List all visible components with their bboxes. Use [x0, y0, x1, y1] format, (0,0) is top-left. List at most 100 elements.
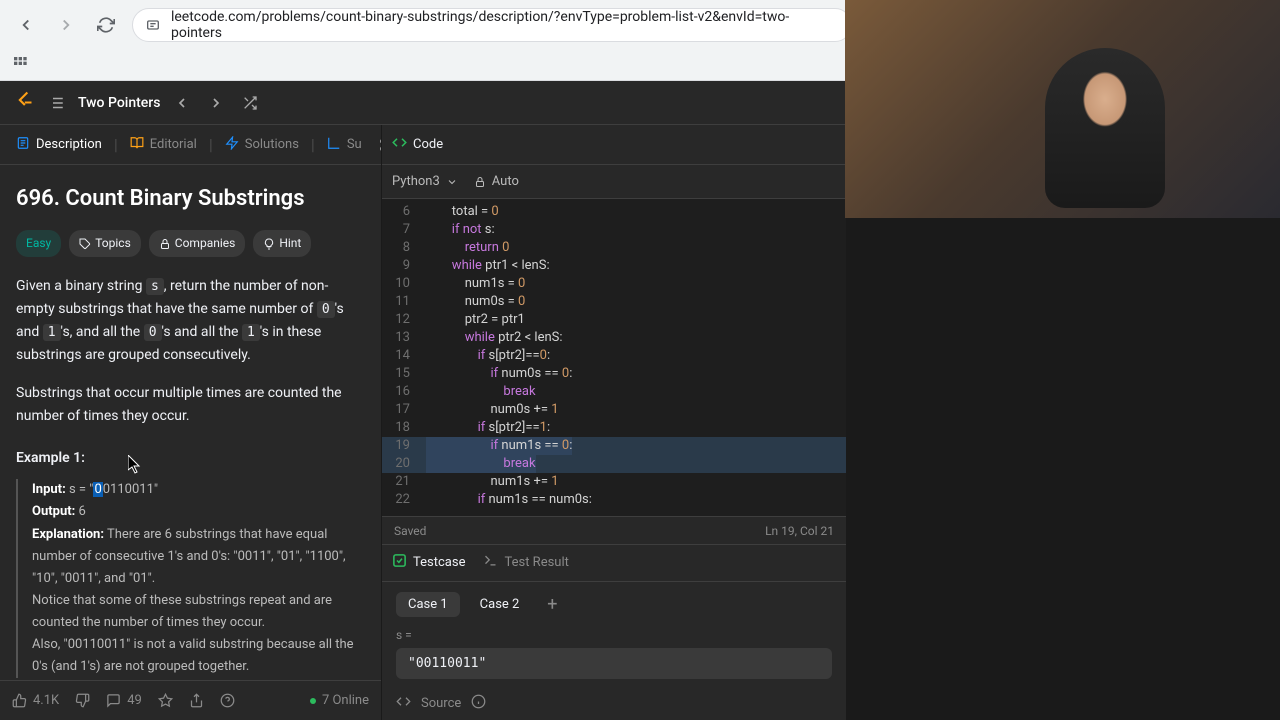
case-2-tab[interactable]: Case 2: [468, 592, 532, 617]
chevron-down-icon: [446, 176, 458, 188]
code-line[interactable]: 10 num1s = 0: [382, 275, 846, 293]
editorial-icon: [130, 136, 144, 154]
check-icon: [392, 553, 407, 572]
next-problem-button[interactable]: [204, 91, 228, 115]
shuffle-button[interactable]: [238, 91, 262, 115]
code-line[interactable]: 14 if s[ptr2]==0:: [382, 347, 846, 365]
like-button[interactable]: 4.1K: [12, 693, 59, 708]
leetcode-logo[interactable]: [14, 90, 34, 115]
language-select[interactable]: Python3: [392, 174, 458, 189]
problem-content: 696. Count Binary Substrings Easy Topics…: [0, 165, 381, 680]
source-label[interactable]: Source: [421, 696, 461, 711]
code-line[interactable]: 13 while ptr2 < lenS:: [382, 329, 846, 347]
help-button[interactable]: [220, 693, 235, 708]
code-panel: Code Python3 Auto 6 total = 07 if not s:…: [382, 125, 846, 720]
tab-code[interactable]: Code: [392, 135, 443, 154]
tag-icon: [79, 238, 91, 250]
code-editor[interactable]: 6 total = 07 if not s:8 return 09 while …: [382, 199, 846, 516]
code-line[interactable]: 21 num1s += 1: [382, 473, 846, 491]
difficulty-badge: Easy: [16, 230, 61, 257]
reload-button[interactable]: [92, 11, 120, 39]
share-button[interactable]: [189, 693, 204, 708]
url-bar[interactable]: leetcode.com/problems/count-binary-subst…: [132, 8, 852, 42]
code-line[interactable]: 18 if s[ptr2]==1:: [382, 419, 846, 437]
code-line[interactable]: 7 if not s:: [382, 221, 846, 239]
problem-list-label[interactable]: Two Pointers: [78, 95, 160, 111]
language-bar: Python3 Auto: [382, 165, 846, 199]
dislike-button[interactable]: [75, 693, 90, 708]
site-info-icon[interactable]: [145, 17, 161, 33]
add-case-button[interactable]: +: [539, 592, 565, 618]
lock-icon: [159, 238, 171, 250]
code-line[interactable]: 11 num0s = 0: [382, 293, 846, 311]
badges: Easy Topics Companies Hint: [16, 230, 365, 257]
problem-title: 696. Count Binary Substrings: [16, 181, 365, 216]
tab-testcase[interactable]: Testcase: [392, 553, 465, 572]
tab-editorial-label: Editorial: [150, 137, 197, 152]
expand-icon[interactable]: [374, 133, 381, 157]
star-button[interactable]: [158, 693, 173, 708]
tab-submissions[interactable]: Su: [317, 130, 372, 160]
online-dot-icon: [310, 698, 316, 704]
case-tabs: Case 1 Case 2 +: [382, 582, 846, 628]
companies-badge[interactable]: Companies: [149, 230, 246, 257]
code-icon: [392, 135, 407, 154]
code-line[interactable]: 20 break: [382, 455, 846, 473]
description-panel: Description | Editorial | Solutions |: [0, 125, 382, 720]
problem-desc-1: Given a binary string s, return the numb…: [16, 275, 365, 366]
code-line[interactable]: 9 while ptr1 < lenS:: [382, 257, 846, 275]
code-line[interactable]: 22 if num1s == num0s:: [382, 491, 846, 509]
testcase-panel: Testcase Test Result Case 1 Case 2 + s =…: [382, 544, 846, 720]
forward-button[interactable]: [52, 11, 80, 39]
code-line[interactable]: 12 ptr2 = ptr1: [382, 311, 846, 329]
apps-icon[interactable]: [12, 55, 28, 75]
param-label: s =: [396, 628, 832, 642]
tab-solutions-label: Solutions: [245, 137, 299, 152]
example-1-block: Input: s = "00110011" Output: 6 Explanat…: [16, 479, 365, 678]
code-line[interactable]: 19 if num1s == 0:: [382, 437, 846, 455]
tab-solutions[interactable]: Solutions: [215, 130, 309, 160]
testcase-tabs: Testcase Test Result: [382, 545, 846, 582]
tab-test-result[interactable]: Test Result: [483, 553, 568, 572]
tab-editorial[interactable]: Editorial: [120, 130, 207, 160]
hint-badge[interactable]: Hint: [253, 230, 311, 257]
example-1-explanation: There are 6 substrings that have equal n…: [32, 527, 357, 675]
prev-problem-button[interactable]: [170, 91, 194, 115]
topics-badge[interactable]: Topics: [69, 230, 141, 257]
saved-status: Saved: [394, 524, 426, 538]
code-line[interactable]: 17 num0s += 1: [382, 401, 846, 419]
code-line[interactable]: 15 if num0s == 0:: [382, 365, 846, 383]
problem-desc-2: Substrings that occur multiple times are…: [16, 382, 365, 427]
back-button[interactable]: [12, 11, 40, 39]
lock-icon: [474, 176, 486, 188]
left-tabs: Description | Editorial | Solutions |: [0, 125, 381, 165]
code-line[interactable]: 8 return 0: [382, 239, 846, 257]
description-icon: [16, 136, 30, 154]
tab-description[interactable]: Description: [6, 130, 112, 160]
param-input[interactable]: "00110011": [396, 648, 832, 679]
list-icon[interactable]: [44, 91, 68, 115]
submissions-icon: [327, 136, 341, 154]
cursor-position: Ln 19, Col 21: [765, 524, 834, 538]
tab-description-label: Description: [36, 137, 102, 152]
tab-submissions-label: Su: [347, 137, 362, 152]
text-selection: 0: [93, 482, 102, 497]
code-line[interactable]: 16 break: [382, 383, 846, 401]
editor-status-bar: Saved Ln 19, Col 21: [382, 516, 846, 544]
code-tabs: Code: [382, 125, 846, 165]
comments-button[interactable]: 49: [106, 693, 142, 708]
code-line[interactable]: 6 total = 0: [382, 203, 846, 221]
case-1-tab[interactable]: Case 1: [396, 592, 460, 617]
case-body: s = "00110011": [382, 628, 846, 679]
auto-toggle[interactable]: Auto: [474, 174, 519, 189]
example-1-heading: Example 1:: [16, 447, 365, 469]
online-count: 7 Online: [310, 693, 369, 708]
webcam-overlay: [845, 0, 1280, 218]
url-text: leetcode.com/problems/count-binary-subst…: [171, 9, 839, 41]
terminal-icon: [483, 553, 498, 572]
info-icon[interactable]: [471, 694, 486, 713]
solutions-icon: [225, 136, 239, 154]
bulb-icon: [263, 238, 275, 250]
source-icon[interactable]: [396, 694, 411, 713]
problem-bottom-bar: 4.1K 49 7 Online: [0, 680, 381, 720]
